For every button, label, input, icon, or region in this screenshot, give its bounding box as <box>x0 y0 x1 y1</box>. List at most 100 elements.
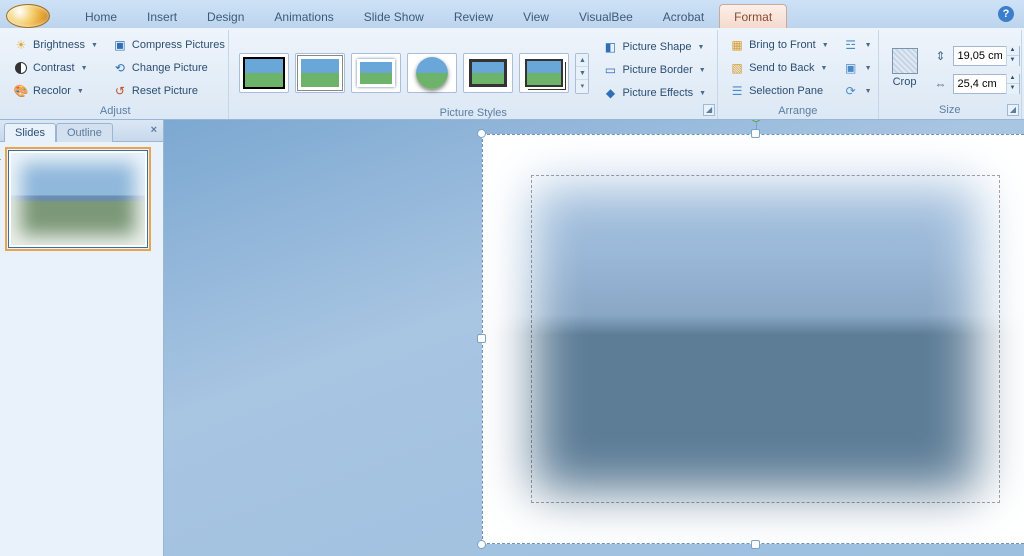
height-icon: ⇕ <box>933 48 949 64</box>
tab-review[interactable]: Review <box>439 4 508 28</box>
send-to-back-button[interactable]: ▧ Send to Back ▼ <box>724 57 834 79</box>
align-icon: ☲ <box>843 37 859 53</box>
resize-handle-tl[interactable] <box>477 129 486 138</box>
tab-design[interactable]: Design <box>192 4 259 28</box>
bring-to-front-icon: ▦ <box>729 37 745 53</box>
picture-styles-gallery: ▲ ▼ ▾ <box>235 32 593 106</box>
panel-tab-outline[interactable]: Outline <box>56 123 113 142</box>
tab-insert[interactable]: Insert <box>132 4 192 28</box>
tab-format[interactable]: Format <box>719 4 787 28</box>
send-to-back-label: Send to Back <box>749 62 814 74</box>
gallery-scroll: ▲ ▼ ▾ <box>575 53 589 94</box>
spin-up[interactable]: ▲ <box>1007 46 1019 56</box>
gallery-more[interactable]: ▾ <box>576 80 588 93</box>
picture-border-label: Picture Border <box>622 64 692 76</box>
style-thumb-4[interactable] <box>407 53 457 93</box>
picture-border-button[interactable]: ▭ Picture Border ▼ <box>597 59 711 81</box>
gallery-scroll-down[interactable]: ▼ <box>576 67 588 80</box>
selection-pane-button[interactable]: ☰ Selection Pane <box>724 80 834 102</box>
picture-effects-label: Picture Effects <box>622 87 693 99</box>
group-picture-styles: ▲ ▼ ▾ ◧ Picture Shape ▼ ▭ Picture Border… <box>229 30 718 119</box>
spin-down[interactable]: ▼ <box>1007 84 1019 94</box>
reset-picture-button[interactable]: ↺ Reset Picture <box>107 80 230 102</box>
bring-to-front-button[interactable]: ▦ Bring to Front ▼ <box>724 34 834 56</box>
office-button[interactable] <box>6 4 50 28</box>
recolor-button[interactable]: 🎨 Recolor ▼ <box>8 80 103 102</box>
width-spinner[interactable]: ▲▼ <box>953 74 1020 94</box>
size-dialog-launcher[interactable]: ◢ <box>1007 104 1019 116</box>
height-spinner[interactable]: ▲▼ <box>953 46 1020 66</box>
spin-up[interactable]: ▲ <box>1007 74 1019 84</box>
change-picture-button[interactable]: ⟲ Change Picture <box>107 57 230 79</box>
width-input[interactable] <box>954 78 1006 90</box>
gallery-scroll-up[interactable]: ▲ <box>576 54 588 67</box>
resize-handle-b[interactable] <box>751 540 760 549</box>
group-size: Crop ⇕ ▲▼ ⇔ ▲▼ Size <box>879 30 1022 119</box>
height-input[interactable] <box>954 50 1006 62</box>
picture-shape-icon: ◧ <box>602 39 618 55</box>
crop-label: Crop <box>893 76 917 88</box>
slide-canvas[interactable] <box>164 120 1024 556</box>
group-adjust-label: Adjust <box>8 104 222 119</box>
tab-visualbee[interactable]: VisualBee <box>564 4 648 28</box>
change-label: Change Picture <box>132 62 208 74</box>
tab-acrobat[interactable]: Acrobat <box>648 4 719 28</box>
resize-handle-t[interactable] <box>751 129 760 138</box>
slide-thumbnails: 1 <box>0 142 163 256</box>
dropdown-arrow-icon: ▼ <box>91 42 98 49</box>
tab-animations[interactable]: Animations <box>259 4 348 28</box>
dropdown-arrow-icon: ▼ <box>699 90 706 97</box>
slides-panel: Slides Outline × 1 <box>0 120 164 556</box>
dropdown-arrow-icon: ▼ <box>822 42 829 49</box>
dropdown-arrow-icon: ▼ <box>821 65 828 72</box>
style-thumb-2[interactable] <box>295 53 345 93</box>
contrast-label: Contrast <box>33 62 75 74</box>
slide-thumb-1[interactable]: 1 <box>8 150 148 248</box>
dropdown-arrow-icon: ▼ <box>698 44 705 51</box>
align-button[interactable]: ☲▼ <box>838 34 877 56</box>
selection-pane-icon: ☰ <box>729 83 745 99</box>
brightness-button[interactable]: ☀ Brightness ▼ <box>8 34 103 56</box>
rotate-icon: ⟳ <box>843 83 859 99</box>
dropdown-arrow-icon: ▼ <box>81 65 88 72</box>
contrast-icon <box>13 60 29 76</box>
titlebar: Home Insert Design Animations Slide Show… <box>0 0 1024 28</box>
picture-content <box>482 134 1024 544</box>
slide-number: 1 <box>0 151 1 163</box>
group-objects-button[interactable]: ▣▼ <box>838 57 877 79</box>
group-picture-styles-label: Picture Styles <box>235 106 711 121</box>
dropdown-arrow-icon: ▼ <box>699 67 706 74</box>
rotate-button[interactable]: ⟳▼ <box>838 80 877 102</box>
picture-effects-button[interactable]: ◆ Picture Effects ▼ <box>597 82 711 104</box>
change-picture-icon: ⟲ <box>112 60 128 76</box>
tab-home[interactable]: Home <box>70 4 132 28</box>
width-icon: ⇔ <box>933 76 949 92</box>
crop-button[interactable]: Crop <box>885 43 925 93</box>
rotation-handle[interactable] <box>751 120 761 122</box>
picture-border-icon: ▭ <box>602 62 618 78</box>
panel-tab-slides[interactable]: Slides <box>4 123 56 142</box>
tab-view[interactable]: View <box>508 4 564 28</box>
tab-slideshow[interactable]: Slide Show <box>349 4 439 28</box>
compress-pictures-button[interactable]: ▣ Compress Pictures <box>107 34 230 56</box>
ribbon: ☀ Brightness ▼ Contrast ▼ 🎨 Recolor ▼ ▣ <box>0 28 1024 120</box>
picture-shape-label: Picture Shape <box>622 41 691 53</box>
style-thumb-1[interactable] <box>239 53 289 93</box>
spin-down[interactable]: ▼ <box>1007 56 1019 66</box>
picture-styles-dialog-launcher[interactable]: ◢ <box>703 104 715 116</box>
group-icon: ▣ <box>843 60 859 76</box>
picture-shape-button[interactable]: ◧ Picture Shape ▼ <box>597 36 711 58</box>
panel-close-button[interactable]: × <box>151 124 157 136</box>
dropdown-arrow-icon: ▼ <box>77 88 84 95</box>
selected-picture[interactable] <box>482 134 1024 544</box>
style-thumb-5[interactable] <box>463 53 513 93</box>
dropdown-arrow-icon: ▼ <box>865 65 872 72</box>
compress-label: Compress Pictures <box>132 39 225 51</box>
style-thumb-3[interactable] <box>351 53 401 93</box>
style-thumb-6[interactable] <box>519 53 569 93</box>
resize-handle-bl[interactable] <box>477 540 486 549</box>
contrast-button[interactable]: Contrast ▼ <box>8 57 103 79</box>
resize-handle-l[interactable] <box>477 334 486 343</box>
recolor-label: Recolor <box>33 85 71 97</box>
help-icon[interactable]: ? <box>998 6 1014 22</box>
